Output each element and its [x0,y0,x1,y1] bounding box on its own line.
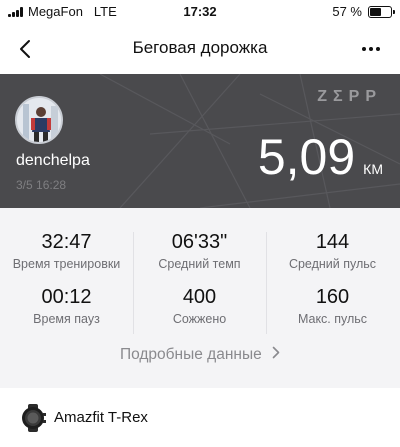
battery-fill [370,7,382,16]
distance-value: 5,09 [257,129,356,185]
stat-max-heart-rate: 160 Макс. пульс [266,285,399,326]
stat-average-pace: 06'33" Средний темп [133,230,266,271]
details-link[interactable]: Подробные данные [0,346,400,364]
workout-datetime: 3/5 16:28 [16,178,67,192]
stat-value: 144 [315,231,350,253]
chevron-right-icon [272,346,280,364]
stat-value: 160 [315,286,350,308]
dot-icon [362,47,366,51]
device-name: Amazfit T-Rex [54,409,148,426]
distance-display: 5,09 КМ [258,132,383,182]
stat-workout-time: 32:47 Время тренировки [0,230,133,271]
stat-label: Сожжено [172,312,227,326]
avatar[interactable] [15,96,63,144]
stats-panel: 32:47 Время тренировки 06'33" Средний те… [0,208,400,388]
watch-icon [22,404,46,432]
page-title: Беговая дорожка [132,38,268,57]
stat-value: 06'33" [171,231,228,253]
status-right: 57 % [332,4,395,19]
stat-value: 32:47 [41,231,92,253]
stat-value: 00:12 [41,286,92,308]
dot-icon [376,47,380,51]
distance-unit: КМ [363,161,383,177]
stat-label: Средний пульс [288,257,377,271]
battery-percent: 57 % [332,4,362,19]
username: denchelpa [16,152,90,169]
more-options-button[interactable] [356,36,386,62]
chevron-left-icon [20,40,30,58]
stat-label: Время тренировки [12,257,121,271]
stat-calories: 400 Сожжено [133,285,266,326]
back-button[interactable] [10,34,40,64]
nav-bar: Беговая дорожка [0,24,400,74]
status-bar: MegaFon LTE 17:32 57 % [0,0,400,24]
battery-icon [368,5,395,18]
stat-label: Макс. пульс [297,312,368,326]
dot-icon [369,47,373,51]
workout-summary-header: ZΣPP denchelpa 3/5 16:28 5,09 КМ [0,74,400,208]
stat-average-heart-rate: 144 Средний пульс [266,230,399,271]
stat-label: Время пауз [33,312,100,326]
brand-logo: ZΣPP [317,88,382,105]
stat-label: Средний темп [158,257,241,271]
stat-pause-time: 00:12 Время пауз [0,285,133,326]
device-row[interactable]: Amazfit T-Rex [0,388,400,447]
details-link-label: Подробные данные [119,346,262,363]
stat-value: 400 [182,286,217,308]
